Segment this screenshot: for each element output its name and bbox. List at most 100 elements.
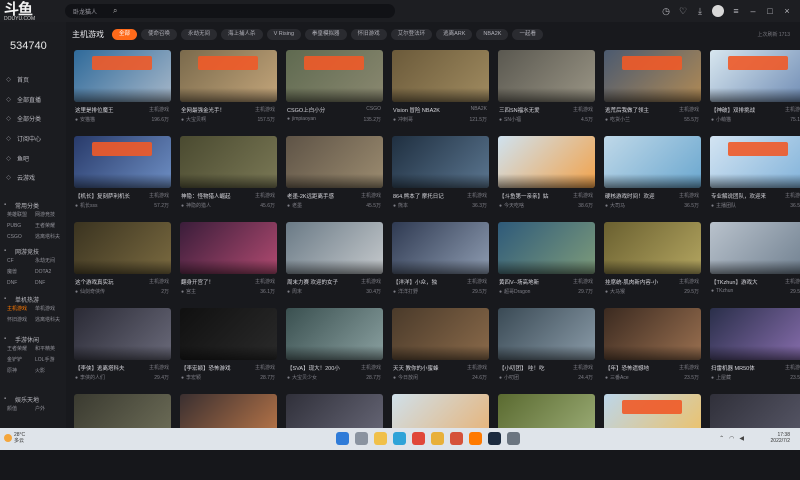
stream-title[interactable]: 周末力赛 欢迎的女子 bbox=[287, 278, 353, 286]
streamer-name[interactable]: ● 仙剑奇侠传 bbox=[75, 288, 105, 296]
stream-card[interactable]: 【洋洋】小众，独 主机游戏 ● 洋洋打野 29.5万 bbox=[392, 222, 489, 308]
stream-thumbnail[interactable] bbox=[604, 50, 701, 102]
steam-icon[interactable] bbox=[488, 432, 501, 445]
sidebar-category-link[interactable]: CF bbox=[7, 256, 35, 266]
avatar[interactable] bbox=[712, 5, 724, 17]
sidebar-category-link[interactable]: 魔兽 bbox=[7, 267, 35, 277]
douyu-icon[interactable] bbox=[469, 432, 482, 445]
chrome-icon[interactable] bbox=[412, 432, 425, 445]
stream-card[interactable]: 【李侠】逃离塔科夫 主机游戏 ● 李侠的人们 29.4万 bbox=[74, 308, 171, 394]
filter-chip[interactable]: 海上捕人杀 bbox=[221, 28, 263, 40]
stream-title[interactable]: CSGO上白小分 bbox=[287, 106, 353, 114]
sidebar-category-link[interactable]: LOL手游 bbox=[35, 355, 65, 365]
chevron-up-icon[interactable]: ⌃ bbox=[719, 435, 724, 442]
stream-card[interactable]: 这里是排位魔王 主机游戏 ● 安猫猫 196.6万 bbox=[74, 50, 171, 136]
settings-icon[interactable] bbox=[507, 432, 520, 445]
stream-title[interactable]: 这个游戏真实玩 bbox=[75, 278, 141, 286]
streamer-name[interactable]: ● 大宝贝啊 bbox=[181, 116, 206, 124]
stream-thumbnail[interactable] bbox=[710, 50, 800, 102]
stream-title[interactable]: 【小叨团】 哇！吃 bbox=[499, 364, 565, 372]
stream-card[interactable]: 【小叨团】 哇！吃 主机游戏 ● 小叨团 24.4万 bbox=[498, 308, 595, 394]
stream-title[interactable]: 【李侠】逃离塔科夫 bbox=[75, 364, 141, 372]
stream-card[interactable]: 专业解说团队，欢迎来 主机游戏 ●主播团队 36.5万 bbox=[710, 136, 800, 222]
stream-thumbnail[interactable] bbox=[392, 50, 489, 102]
streamer-name[interactable]: ● 三番Ace bbox=[605, 374, 629, 382]
filter-chip[interactable]: 全部 bbox=[112, 28, 138, 40]
stream-card[interactable]: 老墨-2K远距离手感 主机游戏 ● 老墨 45.5万 bbox=[286, 136, 383, 222]
stream-thumbnail[interactable] bbox=[392, 308, 489, 360]
sidebar-category-link[interactable]: 火影 bbox=[35, 366, 65, 376]
stream-thumbnail[interactable] bbox=[286, 308, 383, 360]
stream-thumbnail[interactable] bbox=[180, 308, 277, 360]
stream-title[interactable]: 【年】恐怖遗憾地 bbox=[605, 364, 671, 372]
sidebar-item-0[interactable]: ◇ 首页 bbox=[4, 70, 64, 90]
filter-chip[interactable]: 逃离ARK bbox=[436, 28, 473, 40]
favorite-icon[interactable]: ♡ bbox=[678, 6, 688, 16]
stream-thumbnail[interactable] bbox=[498, 136, 595, 188]
stream-card[interactable]: 全网最强金光手！ 主机游戏 ● 大宝贝啊 157.5万 bbox=[180, 50, 277, 136]
stream-thumbnail[interactable] bbox=[74, 50, 171, 102]
stream-thumbnail[interactable] bbox=[180, 50, 277, 102]
streamer-name[interactable]: ● 李侠的人们 bbox=[75, 374, 105, 382]
sidebar-category-link[interactable]: 逃离塔科夫 bbox=[35, 232, 65, 242]
stream-card[interactable]: CSGO上白小分 CSGO ● jimpiaoyan 135.2万 bbox=[286, 50, 383, 136]
stream-card[interactable]: 【SVA】现大！200小 主机游戏 ● 大宝贝少女 28.7万 bbox=[286, 308, 383, 394]
streamer-name[interactable]: ● 大马猴 bbox=[605, 288, 625, 296]
sidebar-category-link[interactable]: 王者荣耀 bbox=[35, 221, 65, 231]
search-icon[interactable]: ⌕ bbox=[113, 6, 117, 16]
sidebar-section-title[interactable]: ▪ 常用分类 bbox=[4, 200, 64, 210]
stream-card[interactable]: 硬核游戏时间！欢迎 主机游戏 ● 大司马 36.5万 bbox=[604, 136, 701, 222]
menu-icon[interactable]: ≡ bbox=[731, 6, 741, 16]
stream-title[interactable]: 【神破】双排挑战 bbox=[711, 106, 777, 114]
stream-card[interactable]: 【神破】双排挑战 主机游戏 ●小萌猫 75.1万 bbox=[710, 50, 800, 136]
office-icon[interactable] bbox=[450, 432, 463, 445]
sidebar-section-title[interactable]: ▪ 网游竞技 bbox=[4, 246, 64, 256]
streamer-name[interactable]: ● 宫主 bbox=[181, 288, 196, 296]
filter-chip[interactable]: 永劫无间 bbox=[181, 28, 218, 40]
sidebar-category-link[interactable]: PUBG bbox=[7, 221, 35, 231]
sidebar-category-link[interactable]: 单机游戏 bbox=[35, 304, 65, 314]
stream-title[interactable]: 专业解说团队，欢迎来 bbox=[711, 192, 777, 200]
stream-thumbnail[interactable] bbox=[286, 50, 383, 102]
sidebar-category-link[interactable]: 主机游戏 bbox=[7, 304, 35, 314]
stream-thumbnail[interactable] bbox=[286, 222, 383, 274]
sidebar-category-link[interactable]: 户外 bbox=[35, 404, 65, 414]
filter-chip[interactable]: NBA2K bbox=[476, 28, 509, 40]
stream-title[interactable]: 【李宏颖】恐怖游戏 bbox=[181, 364, 247, 372]
stream-card[interactable]: 【斗鱼第一亲亲】姑 主机游戏 ● 今天吃啥 38.6万 bbox=[498, 136, 595, 222]
streamer-name[interactable]: ● 周末 bbox=[287, 288, 302, 296]
stream-title[interactable]: 【机长】复刻萨利机长 bbox=[75, 192, 141, 200]
streamer-name[interactable]: ● 超哥Dragon bbox=[499, 288, 530, 296]
streamer-name[interactable]: ● 神隐的猎人 bbox=[181, 202, 211, 210]
streamer-name[interactable]: ● 冲刺哥 bbox=[393, 116, 413, 124]
stream-title[interactable]: 【SVA】现大！200小 bbox=[287, 364, 353, 372]
sidebar-category-link[interactable]: 逃离塔科夫 bbox=[35, 315, 65, 325]
stream-title[interactable]: 扫雷机器 MR50体 bbox=[711, 364, 777, 372]
stream-card[interactable]: 黄四V--场高地新 主机游戏 ● 超哥Dragon 29.7万 bbox=[498, 222, 595, 308]
sidebar-category-link[interactable]: 原神 bbox=[7, 366, 35, 376]
sidebar-section-title[interactable]: ▪ 娱乐天地 bbox=[4, 394, 64, 404]
stream-title[interactable]: 挂席统-肌肉新内容-小 bbox=[605, 278, 671, 286]
streamer-name[interactable]: ● 洋洋打野 bbox=[393, 288, 418, 296]
streamer-name[interactable]: ● TKzhun bbox=[711, 288, 733, 294]
sidebar-category-link[interactable]: 永劫无间 bbox=[35, 256, 65, 266]
stream-title[interactable]: 【TKzhun】游戏大 bbox=[711, 278, 777, 286]
streamer-name[interactable]: ● SN小福 bbox=[499, 116, 521, 124]
streamer-name[interactable]: ● 小叨团 bbox=[499, 374, 519, 382]
stream-card[interactable]: 三四SN福水无爱 主机游戏 ● SN小福 4.5万 bbox=[498, 50, 595, 136]
sidebar-category-link[interactable]: 金铲铲 bbox=[7, 355, 35, 365]
sidebar-category-link[interactable]: DNF bbox=[35, 278, 65, 288]
stream-title[interactable]: Vision 冒险 NBA2K bbox=[393, 106, 459, 114]
filter-chip[interactable]: 怀旧游戏 bbox=[350, 28, 387, 40]
stream-card[interactable]: 864.熊本了 摩托日记 主机游戏 ● 熊本 36.3万 bbox=[392, 136, 489, 222]
start-icon[interactable] bbox=[336, 432, 349, 445]
stream-thumbnail[interactable] bbox=[710, 222, 800, 274]
sidebar-category-link[interactable]: DNF bbox=[7, 278, 35, 288]
filter-chip[interactable]: 拳皇模拟器 bbox=[305, 28, 347, 40]
stream-thumbnail[interactable] bbox=[498, 50, 595, 102]
stream-title[interactable]: 【洋洋】小众，独 bbox=[393, 278, 459, 286]
stream-title[interactable]: 硬核游戏时间！欢迎 bbox=[605, 192, 671, 200]
stream-thumbnail[interactable] bbox=[74, 222, 171, 274]
volume-icon[interactable]: ◀ bbox=[739, 435, 744, 442]
sidebar-section-title[interactable]: ▪ 手游休闲 bbox=[4, 334, 64, 344]
